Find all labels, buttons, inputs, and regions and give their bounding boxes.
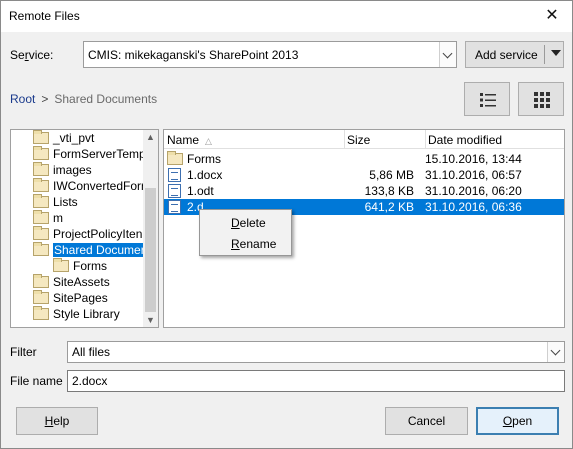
file-name: 1.docx: [187, 168, 223, 182]
tree-item[interactable]: images: [33, 162, 92, 179]
scroll-down-icon[interactable]: ▼: [143, 313, 158, 327]
folder-icon: [33, 162, 49, 176]
tree-item[interactable]: Forms: [53, 258, 107, 275]
tree-scrollbar[interactable]: ▲ ▼: [143, 130, 158, 327]
column-name[interactable]: Name △: [167, 133, 212, 147]
file-date: 15.10.2016, 13:44: [425, 152, 522, 166]
list-view-icon: [480, 93, 496, 107]
folder-icon: [167, 151, 183, 165]
folder-icon: [33, 290, 49, 304]
breadcrumb: Root > Shared Documents: [10, 92, 157, 106]
tree-item[interactable]: SitePages: [33, 290, 108, 307]
tree-item[interactable]: FormServerTemp: [33, 146, 146, 163]
folder-tree[interactable]: _vti_pvt FormServerTemp images IWConvert…: [10, 129, 159, 328]
service-select[interactable]: CMIS: mikekaganski's SharePoint 2013: [83, 41, 457, 68]
list-view-button[interactable]: [464, 82, 510, 116]
filter-select[interactable]: All files: [67, 341, 565, 363]
split-divider: [544, 45, 545, 64]
folder-icon: [53, 258, 69, 272]
folder-icon: [33, 194, 49, 208]
folder-icon: [33, 306, 49, 320]
file-name-value: 2.docx: [72, 374, 108, 388]
tree-item[interactable]: _vti_pvt: [33, 130, 94, 147]
menu-item-rename[interactable]: Rename: [231, 237, 276, 251]
add-service-label: Add service: [475, 48, 538, 62]
column-size[interactable]: Size: [347, 133, 370, 147]
file-date: 31.10.2016, 06:20: [425, 184, 522, 198]
file-name-label: File name: [10, 374, 63, 388]
file-name: 1.odt: [187, 184, 214, 198]
folder-icon: [33, 210, 49, 224]
file-size: 641,2 KB: [364, 200, 414, 214]
filter-label: Filter: [10, 345, 37, 359]
file-row[interactable]: 1.odt 133,8 KB 31.10.2016, 06:20: [164, 183, 564, 199]
context-menu: Delete Rename: [199, 209, 292, 256]
file-size: 133,8 KB: [364, 184, 414, 198]
window-title: Remote Files: [9, 9, 80, 23]
cancel-button[interactable]: Cancel: [385, 407, 468, 435]
file-date: 31.10.2016, 06:57: [425, 168, 522, 182]
dropdown-arrow-icon[interactable]: [551, 50, 561, 56]
scroll-up-icon[interactable]: ▲: [143, 130, 158, 144]
tree-item[interactable]: SiteAssets: [33, 274, 110, 291]
tree-item[interactable]: Lists: [33, 194, 78, 211]
column-date-modified[interactable]: Date modified: [428, 133, 502, 147]
tree-item[interactable]: IWConvertedForr: [33, 178, 145, 195]
menu-item-delete[interactable]: Delete: [231, 216, 266, 230]
service-value: CMIS: mikekaganski's SharePoint 2013: [88, 48, 299, 62]
sort-ascending-icon: △: [205, 136, 212, 146]
tree-item[interactable]: m: [33, 210, 63, 227]
tree-item[interactable]: ProjectPolicyIten: [33, 226, 142, 243]
icon-view-button[interactable]: [518, 82, 564, 116]
file-size: 5,86 MB: [369, 168, 414, 182]
folder-icon: [33, 178, 49, 192]
chevron-down-icon[interactable]: [439, 42, 456, 67]
file-row[interactable]: Forms 15.10.2016, 13:44: [164, 151, 564, 167]
column-divider[interactable]: [344, 130, 345, 149]
chevron-down-icon[interactable]: [547, 342, 564, 362]
file-name: Forms: [187, 152, 221, 166]
folder-icon: [33, 226, 49, 240]
breadcrumb-root[interactable]: Root: [10, 92, 35, 106]
folder-icon: [33, 274, 49, 288]
document-icon: [168, 200, 181, 214]
scrollbar-thumb[interactable]: [145, 188, 156, 312]
tree-item[interactable]: Style Library: [33, 306, 120, 323]
document-icon: [168, 184, 181, 198]
filter-value: All files: [72, 345, 111, 359]
remote-files-dialog: Remote Files ✕ Service: CMIS: mikekagans…: [0, 0, 573, 449]
file-name-input[interactable]: 2.docx: [67, 370, 565, 392]
help-button[interactable]: Help: [16, 407, 98, 435]
column-divider[interactable]: [425, 130, 426, 149]
file-list-header: Name △ Size Date modified: [164, 130, 564, 149]
grid-view-icon: [534, 92, 550, 108]
service-label: Service:: [10, 48, 54, 62]
close-icon[interactable]: ✕: [540, 5, 564, 27]
folder-icon: [33, 146, 49, 160]
tree-item-shared-documents[interactable]: Shared Documer: [33, 242, 146, 259]
folder-open-icon: [33, 242, 49, 256]
title-bar: Remote Files ✕: [1, 1, 572, 32]
add-service-button[interactable]: Add service: [465, 41, 564, 68]
document-icon: [168, 168, 181, 182]
folder-icon: [33, 130, 49, 144]
breadcrumb-separator: >: [41, 92, 49, 106]
file-date: 31.10.2016, 06:36: [425, 200, 522, 214]
file-row[interactable]: 1.docx 5,86 MB 31.10.2016, 06:57: [164, 167, 564, 183]
breadcrumb-current[interactable]: Shared Documents: [54, 92, 157, 106]
open-button[interactable]: Open: [476, 407, 559, 435]
